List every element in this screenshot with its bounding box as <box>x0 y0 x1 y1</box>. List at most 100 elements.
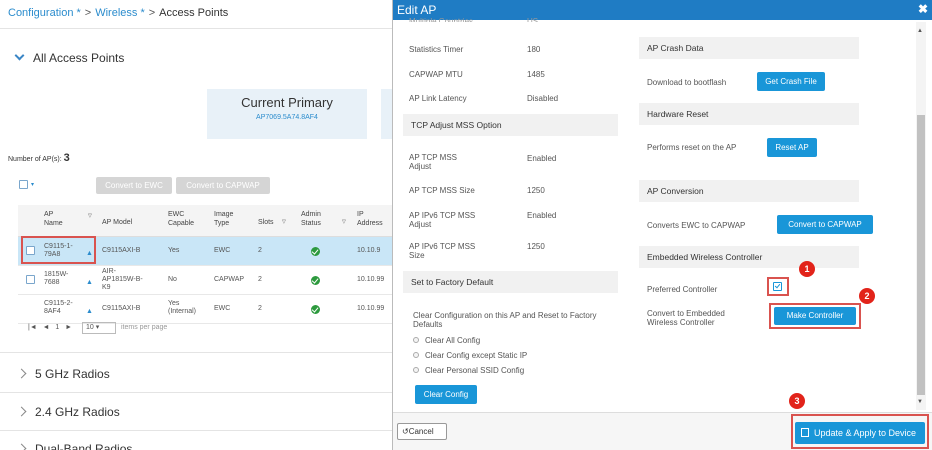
admin-status-ok-icon <box>311 276 320 285</box>
caret-down-icon[interactable]: ▾ <box>31 181 34 188</box>
chevron-right-icon <box>16 368 27 379</box>
convert-to-capwap-button[interactable]: Convert to CAPWAP <box>176 177 270 194</box>
clear-config-description: Clear Configuration on this AP and Reset… <box>413 311 597 329</box>
ap-tcp-mss-size-label: AP TCP MSS Size <box>409 186 475 195</box>
step-badge-1: 1 <box>799 261 815 277</box>
cell-ewc-capable: No <box>168 276 177 283</box>
cancel-label: Cancel <box>408 427 434 436</box>
cut-off-value: US <box>527 17 539 22</box>
cell-ap-name[interactable]: C9115-2- 8AF4 <box>44 300 73 316</box>
converts-ewc-label: Converts EWC to CAPWAP <box>647 221 746 230</box>
convert-to-capwap-button[interactable]: Convert to CAPWAP <box>777 215 873 234</box>
row-checkbox[interactable] <box>26 275 35 284</box>
reset-ap-button[interactable]: Reset AP <box>767 138 817 157</box>
current-primary-title: Current Primary <box>241 95 333 110</box>
breadcrumb-configuration[interactable]: Configuration * <box>8 7 81 19</box>
clear-all-config-radio[interactable] <box>413 337 419 343</box>
access-points-page: Configuration * > Wireless * > Access Points… <box>0 0 392 450</box>
check-icon <box>774 282 781 289</box>
dual-band-section-header[interactable]: Dual-Band Radios <box>16 442 133 450</box>
col-ap-name[interactable]: AP Name <box>44 210 63 228</box>
get-crash-file-button[interactable]: Get Crash File <box>757 72 825 91</box>
capwap-mtu-label: CAPWAP MTU <box>409 70 463 79</box>
col-ap-model[interactable]: AP Model <box>102 218 132 227</box>
preferred-controller-label: Preferred Controller <box>647 285 718 294</box>
cell-ap-model: C9115AXI-B <box>102 305 141 312</box>
download-bootflash-label: Download to bootflash <box>647 78 727 87</box>
convert-to-ewc-button[interactable]: Convert to EWC <box>96 177 172 194</box>
cut-off-label: Multiple Countries <box>409 17 474 22</box>
make-controller-button[interactable]: Make Controller <box>774 307 856 325</box>
col-image-type[interactable]: Image Type <box>214 210 233 228</box>
col-admin-status[interactable]: Admin Status <box>301 210 321 228</box>
table-row[interactable]: 1815W- 7688 ▲ AIR- AP1815W-B- K9 No CAPW… <box>18 266 392 295</box>
cell-ap-model: C9115AXI-B <box>102 247 141 254</box>
ap-tag-icon[interactable]: ▲ <box>86 279 93 287</box>
cell-slots: 2 <box>258 247 262 254</box>
table-row[interactable]: C9115-2- 8AF4 ▲ C9115AXI-B Yes (Internal… <box>18 295 392 324</box>
cell-slots: 2 <box>258 276 262 283</box>
section-title: 2.4 GHz Radios <box>35 405 120 419</box>
col-ip-address[interactable]: IP Address <box>357 210 383 228</box>
cancel-button[interactable]: ↺Cancel <box>397 423 447 440</box>
dialog-title: Edit AP <box>397 3 437 17</box>
breadcrumb: Configuration * > Wireless * > Access Points <box>8 7 228 19</box>
page-size-value: 10 <box>86 324 94 331</box>
ap-ipv6-tcp-mss-adjust-value: Enabled <box>527 211 557 220</box>
clear-config-except-ip-radio[interactable] <box>413 352 419 358</box>
factory-default-header: Set to Factory Default <box>403 271 618 293</box>
ap-ipv6-tcp-mss-size-label: AP IPv6 TCP MSS Size <box>409 242 476 260</box>
cell-slots: 2 <box>258 305 262 312</box>
radios-24ghz-section-header[interactable]: 2.4 GHz Radios <box>16 405 120 419</box>
divider <box>0 392 392 393</box>
ap-count-label: Number of AP(s): <box>8 156 62 163</box>
step-badge-3: 3 <box>789 393 805 409</box>
preferred-controller-checkbox[interactable] <box>773 282 782 291</box>
scrollbar-thumb[interactable] <box>917 115 925 395</box>
performs-reset-label: Performs reset on the AP <box>647 143 737 152</box>
current-primary-link[interactable]: AP7069.5A74.8AF4 <box>207 114 367 121</box>
cell-ap-name[interactable]: 1815W- 7688 <box>44 271 68 287</box>
close-icon[interactable]: ✖ <box>918 2 928 16</box>
ap-tcp-mss-adjust-label: AP TCP MSS Adjust <box>409 153 458 171</box>
filter-icon[interactable]: ▽ <box>88 212 92 221</box>
ap-tcp-mss-adjust-value: Enabled <box>527 154 557 163</box>
clear-personal-ssid-radio[interactable] <box>413 367 419 373</box>
cell-ewc-capable: Yes <box>168 247 180 254</box>
cell-image-type: EWC <box>214 305 231 312</box>
cell-ip-address: 10.10.9 <box>357 247 381 254</box>
clear-config-button[interactable]: Clear Config <box>415 385 477 404</box>
highlight-selected-ap <box>21 236 96 264</box>
current-page: 1 <box>55 324 60 331</box>
ap-ipv6-tcp-mss-adjust-label: AP IPv6 TCP MSS Adjust <box>409 211 476 229</box>
tcp-mss-header: TCP Adjust MSS Option <box>403 114 618 136</box>
cell-ap-model: AIR- AP1815W-B- K9 <box>102 268 143 291</box>
cell-image-type: EWC <box>214 247 231 254</box>
scroll-up-icon[interactable]: ▲ <box>917 28 923 34</box>
page-size-select[interactable]: 10 ▾ <box>82 322 117 334</box>
clear-all-config-label: Clear All Config <box>425 336 481 345</box>
radios-5ghz-section-header[interactable]: 5 GHz Radios <box>16 367 110 381</box>
save-icon <box>801 428 809 437</box>
ap-count: Number of AP(s): 3 <box>8 152 70 164</box>
section-title: 5 GHz Radios <box>35 367 110 381</box>
filter-icon[interactable]: ▽ <box>282 218 286 227</box>
col-slots[interactable]: Slots <box>258 218 274 227</box>
select-all-checkbox[interactable] <box>19 180 28 189</box>
clear-personal-ssid-label: Clear Personal SSID Config <box>425 366 525 375</box>
next-page-button[interactable]: ► <box>65 324 72 331</box>
ap-tag-icon[interactable]: ▲ <box>86 308 93 316</box>
col-ewc-capable[interactable]: EWC Capable <box>168 210 194 228</box>
prev-page-button[interactable]: ◄ <box>43 324 50 331</box>
update-apply-button[interactable]: Update & Apply to Device <box>795 422 925 444</box>
divider <box>0 28 392 29</box>
convert-to-ewc-label: Convert to Embedded Wireless Controller <box>647 309 725 327</box>
all-aps-section-header[interactable]: All Access Points <box>14 50 124 65</box>
undo-icon: ↺ <box>402 427 409 436</box>
filter-icon[interactable]: ▽ <box>342 218 346 227</box>
breadcrumb-wireless[interactable]: Wireless * <box>95 7 145 19</box>
section-title: Dual-Band Radios <box>35 442 133 450</box>
first-page-button[interactable]: |◄ <box>28 324 37 331</box>
ap-count-value: 3 <box>63 152 70 164</box>
scroll-down-icon[interactable]: ▼ <box>917 399 923 405</box>
